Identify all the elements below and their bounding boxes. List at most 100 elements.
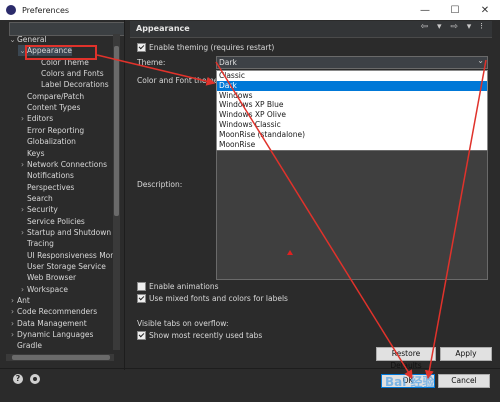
chevron-icon[interactable]: ›	[18, 227, 27, 238]
minimize-button[interactable]: —	[410, 0, 440, 20]
sidebar-item[interactable]: Globalization	[18, 136, 76, 147]
enable-animations-checkbox[interactable]: Enable animations	[137, 282, 219, 291]
sidebar-item[interactable]: › Workspace	[18, 284, 68, 295]
sidebar-item-label: Compare/Patch	[27, 91, 85, 101]
sidebar-item[interactable]: Gradle	[8, 340, 42, 351]
sidebar-item-label: Service Policies	[27, 216, 85, 226]
sidebar-item-label: Label Decorations	[41, 80, 109, 90]
scrollbar-thumb[interactable]	[114, 46, 119, 216]
restore-defaults-button[interactable]: Restore Defaults	[376, 347, 436, 370]
sidebar-item-label: Code Recommenders	[17, 307, 98, 317]
tree-horizontal-scrollbar[interactable]	[6, 354, 114, 361]
sidebar-item[interactable]: Content Types	[18, 102, 80, 113]
maximize-button[interactable]: ☐	[440, 0, 470, 20]
cancel-button[interactable]: Cancel	[438, 374, 490, 388]
theme-option[interactable]: Classic	[217, 71, 487, 81]
theme-option[interactable]: Windows	[217, 91, 487, 101]
mixed-fonts-label: Use mixed fonts and colors for labels	[149, 294, 288, 303]
sidebar-item[interactable]: › Startup and Shutdown	[18, 227, 111, 238]
page-header: Appearance ⇦ ▾ ⇨ ▾ ⁝	[130, 21, 492, 38]
sidebar-item-label: User Storage Service	[27, 262, 106, 271]
sidebar-item-label: Workspace	[27, 284, 68, 294]
chevron-down-icon: ⌄	[477, 56, 484, 65]
sidebar-item[interactable]: Search	[18, 193, 53, 204]
sidebar-item-label: Error Reporting	[27, 125, 85, 135]
description-label: Description:	[137, 180, 183, 189]
sidebar-item-label: Content Types	[27, 103, 81, 113]
theme-option[interactable]: Windows XP Olive	[217, 110, 487, 120]
sidebar-item[interactable]: › Data Management	[8, 318, 87, 329]
sidebar-item[interactable]: › Code Recommenders	[8, 306, 97, 317]
theme-option[interactable]: MoonRise	[217, 140, 487, 150]
sidebar-item[interactable]: Notifications	[18, 170, 74, 181]
chevron-icon[interactable]: ›	[18, 284, 27, 295]
sidebar-item[interactable]: Tracing	[18, 238, 54, 249]
sidebar-item[interactable]: › Security	[18, 204, 58, 215]
chevron-icon[interactable]: ›	[8, 306, 17, 317]
theme-label: Theme:	[137, 58, 166, 67]
theme-option[interactable]: Windows XP Blue	[217, 100, 487, 110]
sidebar-item-label: Ant	[17, 296, 30, 306]
sidebar-item-label: General	[17, 35, 47, 44]
sidebar-item-label: UI Responsiveness Mon	[27, 250, 116, 260]
chevron-icon[interactable]: ›	[8, 329, 17, 340]
pane-divider[interactable]	[124, 20, 125, 370]
nav-arrows-icon[interactable]: ⇦ ▾ ⇨ ▾ ⁝	[421, 22, 486, 32]
sidebar-item[interactable]: Compare/Patch	[18, 91, 84, 102]
enable-theming-checkbox[interactable]: Enable theming (requires restart)	[137, 43, 274, 52]
chevron-icon[interactable]: ›	[18, 204, 27, 215]
window-title: Preferences	[22, 5, 70, 15]
sidebar-item[interactable]: Perspectives	[18, 182, 74, 193]
eclipse-icon	[6, 5, 16, 15]
most-recent-tabs-checkbox[interactable]: Show most recently used tabs	[137, 331, 262, 340]
sidebar-item-label: Network Connections	[27, 159, 108, 169]
red-triangle-marker	[287, 250, 293, 255]
apply-button[interactable]: Apply	[440, 347, 492, 361]
sidebar-item[interactable]: Web Browser	[18, 272, 76, 283]
sidebar-item-label: Keys	[27, 148, 45, 158]
sidebar-item-label: Startup and Shutdown	[27, 227, 112, 237]
sidebar-item[interactable]: Error Reporting	[18, 125, 84, 136]
theme-value: Dark	[219, 58, 237, 67]
chevron-icon[interactable]: ›	[8, 318, 17, 329]
sidebar-item-label: Editors	[27, 114, 54, 124]
help-icon[interactable]: ?	[13, 374, 23, 384]
chevron-icon[interactable]: ⌄	[8, 34, 17, 45]
scrollbar-thumb[interactable]	[12, 355, 110, 360]
theme-select[interactable]: Dark ⌄	[216, 56, 488, 69]
sidebar-item[interactable]: Service Policies	[18, 216, 85, 227]
sidebar-item[interactable]: › Network Connections	[18, 159, 107, 170]
annotation-highlight-box	[25, 45, 97, 60]
chevron-icon[interactable]: ›	[18, 159, 27, 170]
sidebar-item-label: Data Management	[17, 318, 87, 328]
checkbox-icon	[137, 282, 146, 291]
sidebar-item[interactable]: Keys	[18, 148, 45, 159]
close-button[interactable]: ✕	[470, 0, 500, 20]
enable-theming-label: Enable theming (requires restart)	[149, 43, 275, 52]
chevron-icon[interactable]: ›	[18, 113, 27, 124]
sidebar-item[interactable]: Colors and Fonts	[32, 68, 104, 79]
tree-vertical-scrollbar[interactable]	[113, 34, 120, 350]
theme-option[interactable]: Windows Classic	[217, 120, 487, 130]
checkbox-check-icon	[137, 331, 146, 340]
import-preferences-icon[interactable]	[30, 374, 40, 384]
sidebar-item[interactable]: › Ant	[8, 295, 30, 306]
theme-dropdown-list[interactable]: Classic Dark Windows Windows XP Blue Windows…	[216, 70, 488, 152]
mixed-fonts-checkbox[interactable]: Use mixed fonts and colors for labels	[137, 294, 288, 303]
sidebar-item[interactable]: Label Decorations	[32, 79, 109, 90]
sidebar-item[interactable]: › Dynamic Languages	[8, 329, 93, 340]
description-box	[216, 150, 488, 280]
page-title: Appearance	[136, 24, 190, 33]
sidebar-item[interactable]: ⌄General	[8, 34, 47, 45]
enable-animations-label: Enable animations	[149, 282, 219, 291]
theme-option[interactable]: Dark	[217, 80, 487, 91]
chevron-icon[interactable]: ›	[8, 295, 17, 306]
sidebar-item[interactable]: User Storage Service	[18, 261, 106, 272]
sidebar-item[interactable]: › Editors	[18, 113, 53, 124]
sidebar-item-label: Perspectives	[27, 182, 75, 192]
theme-option[interactable]: MoonRise (standalone)	[217, 130, 487, 140]
sidebar-item-label: Colors and Fonts	[41, 69, 104, 79]
sidebar-item[interactable]: UI Responsiveness Mon	[18, 250, 115, 261]
title-bar: Preferences — ☐ ✕	[0, 0, 500, 20]
checkbox-check-icon	[137, 43, 146, 52]
